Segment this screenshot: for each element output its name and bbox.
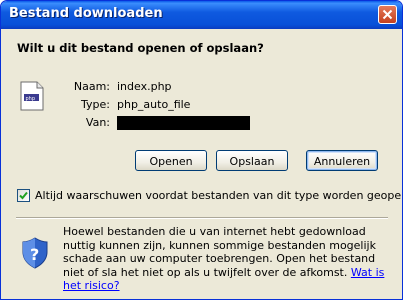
close-button[interactable] [378,5,397,24]
file-type-label: Type: [81,98,110,111]
save-button[interactable]: Opslaan [216,150,288,171]
svg-text:?: ? [30,245,39,264]
security-warning: Hoewel bestanden die u van internet hebt… [63,225,393,293]
svg-text:php: php [26,96,36,102]
file-source-redacted [117,116,250,130]
cancel-button[interactable]: Annuleren [306,150,378,171]
file-name-label: Naam: [73,80,110,93]
file-type-value: php_auto_file [117,98,191,111]
close-icon [382,9,393,20]
always-warn-label[interactable]: Altijd waarschuwen voordat bestanden van… [35,189,402,202]
open-button[interactable]: Openen [135,150,207,171]
php-file-icon: php [20,81,44,111]
checkmark-icon [19,191,28,200]
always-warn-checkbox[interactable] [17,189,30,202]
dialog-body: Wilt u dit bestand openen of opslaan? ph… [4,29,402,296]
file-source-label: Van: [85,116,110,129]
separator [16,217,388,219]
window-title: Bestand downloaden [9,6,163,21]
title-bar[interactable]: Bestand downloaden [1,1,402,29]
security-shield-icon: ? [22,237,48,269]
file-name-value: index.php [117,80,172,93]
download-dialog: Bestand downloaden Wilt u dit bestand op… [0,0,403,300]
dialog-question: Wilt u dit bestand openen of opslaan? [17,41,264,55]
warning-text: Hoewel bestanden die u van internet hebt… [63,225,376,279]
